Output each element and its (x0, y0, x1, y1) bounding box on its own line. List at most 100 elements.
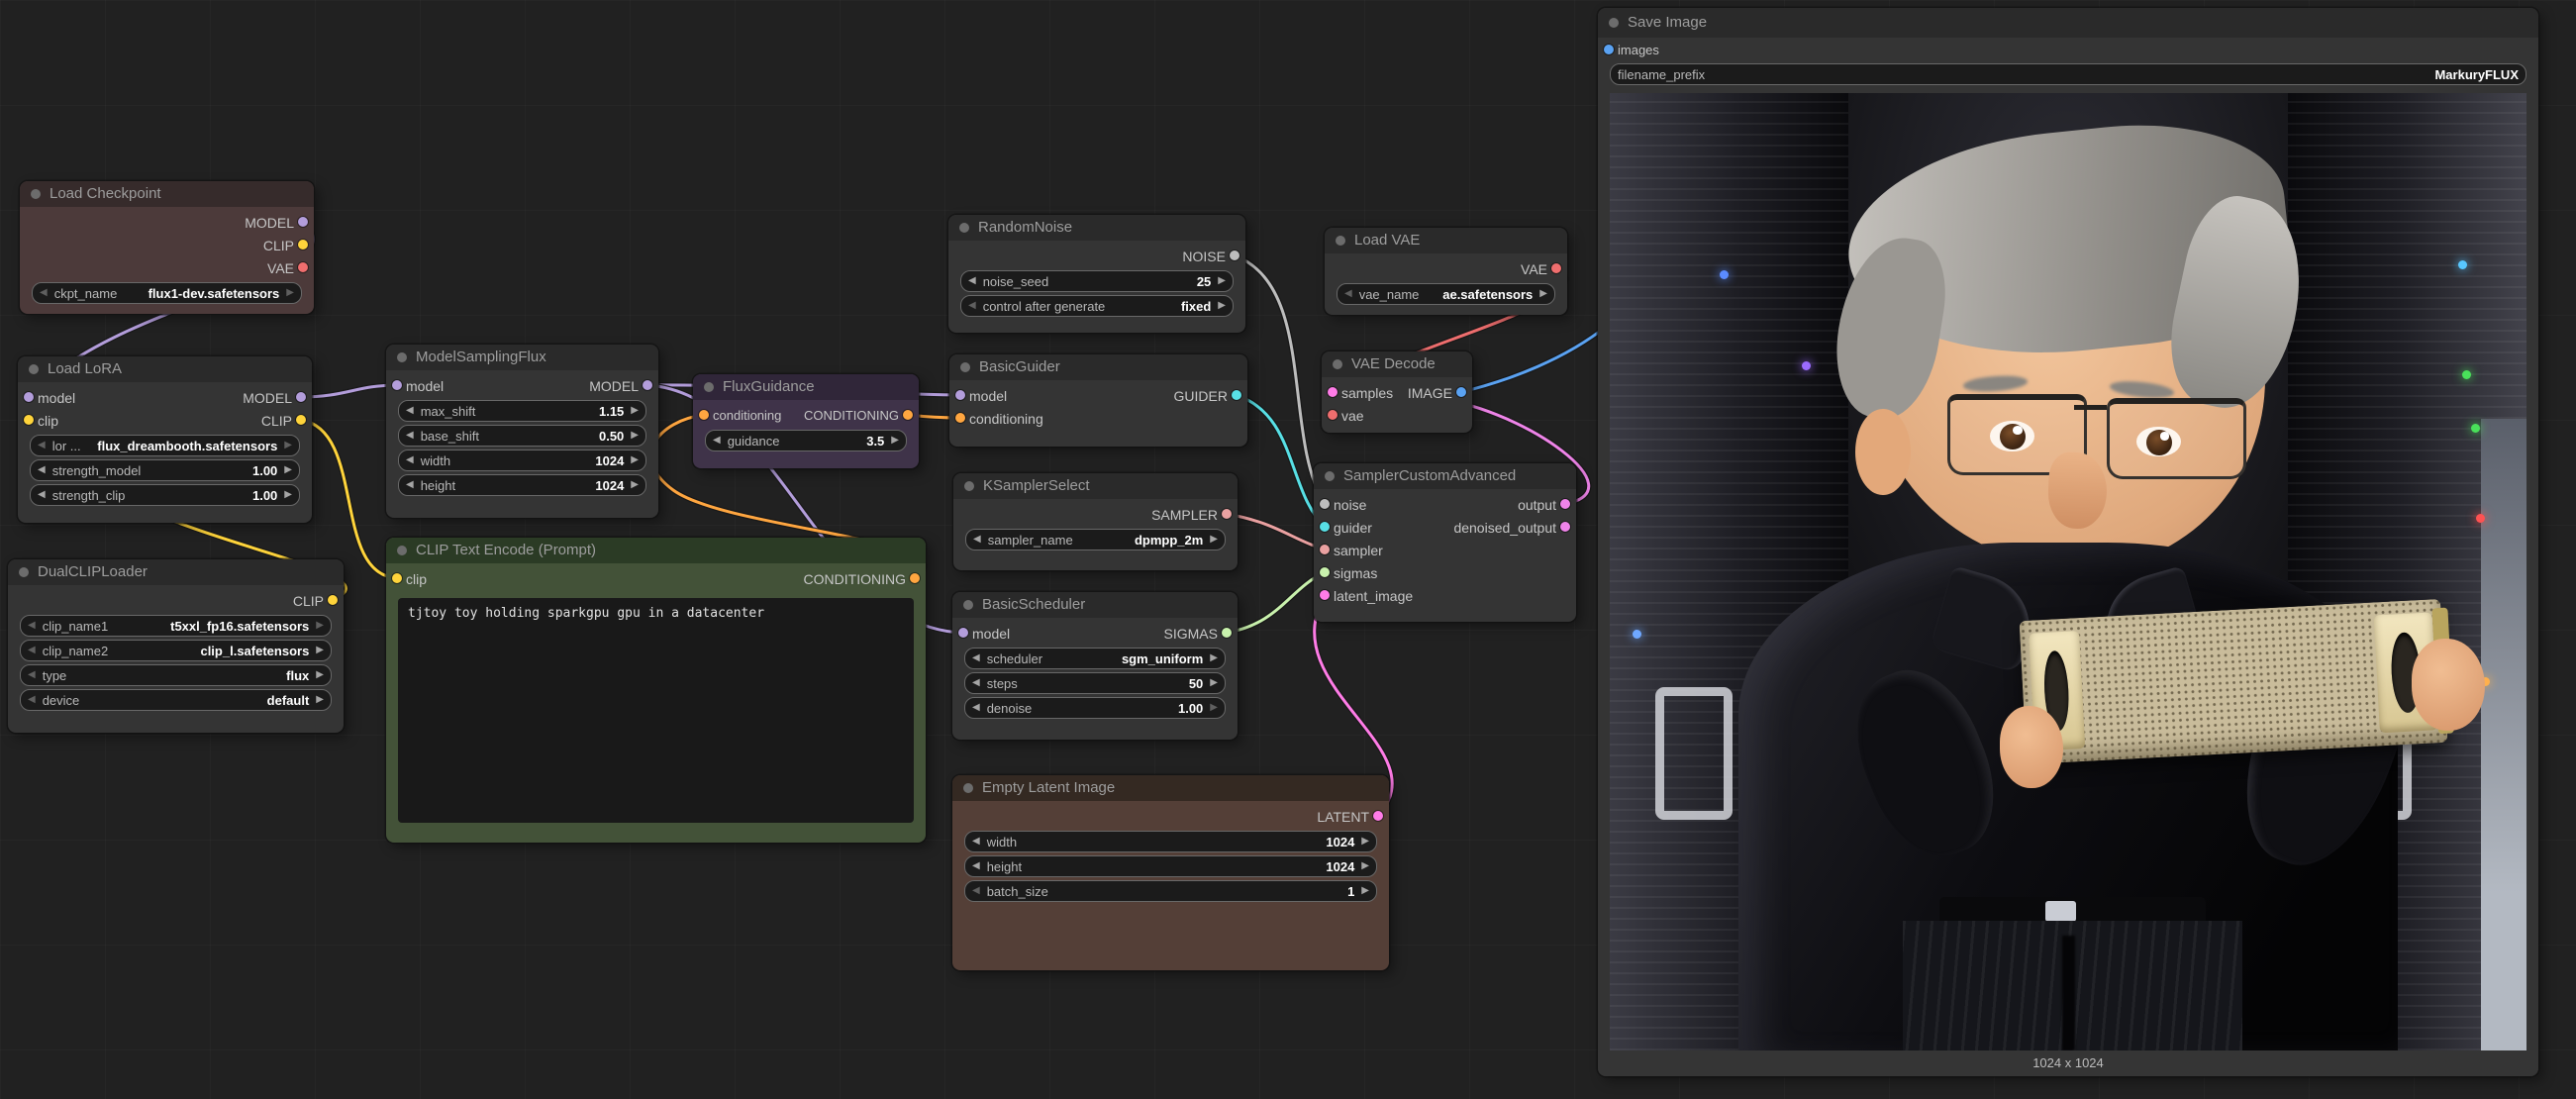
right-arrow-icon[interactable]: ▶ (1218, 271, 1226, 291)
input-slot-model[interactable] (958, 628, 968, 638)
node-flux-guidance[interactable]: FluxGuidance conditioningCONDITIONING ◀g… (693, 374, 919, 468)
right-arrow-icon[interactable]: ▶ (631, 450, 639, 470)
right-arrow-icon[interactable]: ▶ (1361, 881, 1369, 901)
output-slot-model[interactable] (298, 217, 308, 227)
node-title-bar[interactable]: DualCLIPLoader (8, 559, 344, 585)
prompt-text-input[interactable]: tjtoy toy holding sparkgpu gpu in a data… (398, 598, 914, 823)
left-arrow-icon[interactable]: ◀ (973, 530, 981, 550)
output-slot-vae[interactable] (1551, 263, 1561, 273)
left-arrow-icon[interactable]: ◀ (38, 460, 46, 480)
collapse-dot-icon[interactable] (29, 364, 39, 374)
widget-type[interactable]: ◀typeflux▶ (20, 664, 332, 686)
node-title-bar[interactable]: FluxGuidance (693, 374, 919, 400)
node-load-vae[interactable]: Load VAE VAE ◀vae_nameae.safetensors▶ (1325, 228, 1567, 315)
right-arrow-icon[interactable]: ▶ (631, 401, 639, 421)
right-arrow-icon[interactable]: ▶ (316, 616, 324, 636)
node-basic-guider[interactable]: BasicGuider modelGUIDER conditioning (949, 354, 1247, 447)
widget-clip-name2[interactable]: ◀clip_name2clip_l.safetensors▶ (20, 640, 332, 661)
widget-height[interactable]: ◀height1024▶ (398, 474, 646, 496)
left-arrow-icon[interactable]: ◀ (28, 616, 36, 636)
node-random-noise[interactable]: RandomNoise NOISE ◀noise_seed25▶ ◀contro… (948, 215, 1245, 333)
node-title-bar[interactable]: RandomNoise (948, 215, 1245, 241)
right-arrow-icon[interactable]: ▶ (891, 431, 899, 450)
left-arrow-icon[interactable]: ◀ (406, 450, 414, 470)
node-sampler-custom-advanced[interactable]: SamplerCustomAdvanced noiseoutput guider… (1314, 463, 1576, 622)
left-arrow-icon[interactable]: ◀ (28, 690, 36, 710)
widget-noise-seed[interactable]: ◀noise_seed25▶ (960, 270, 1234, 292)
input-slot-clip[interactable] (24, 415, 34, 425)
collapse-dot-icon[interactable] (1609, 18, 1619, 28)
output-slot-clip[interactable] (296, 415, 306, 425)
left-arrow-icon[interactable]: ◀ (972, 832, 980, 851)
right-arrow-icon[interactable]: ▶ (284, 485, 292, 505)
widget-height[interactable]: ◀height1024▶ (964, 855, 1377, 877)
left-arrow-icon[interactable]: ◀ (713, 431, 721, 450)
output-slot-denoised-output[interactable] (1560, 522, 1570, 532)
widget-device[interactable]: ◀devicedefault▶ (20, 689, 332, 711)
node-model-sampling-flux[interactable]: ModelSamplingFlux modelMODEL ◀max_shift1… (386, 345, 658, 518)
node-load-checkpoint[interactable]: Load Checkpoint MODEL CLIP VAE ◀ckpt_nam… (20, 181, 314, 314)
output-slot-sampler[interactable] (1222, 509, 1232, 519)
output-slot-noise[interactable] (1230, 250, 1239, 260)
node-load-lora[interactable]: Load LoRA modelMODEL clipCLIP ◀lor ...fl… (18, 356, 312, 523)
collapse-dot-icon[interactable] (1336, 236, 1345, 246)
node-title-bar[interactable]: BasicScheduler (952, 592, 1238, 618)
widget-steps[interactable]: ◀steps50▶ (964, 672, 1226, 694)
left-arrow-icon[interactable]: ◀ (406, 475, 414, 495)
widget-strength-clip[interactable]: ◀strength_clip1.00▶ (30, 484, 300, 506)
right-arrow-icon[interactable]: ▶ (1361, 856, 1369, 876)
left-arrow-icon[interactable]: ◀ (406, 401, 414, 421)
collapse-dot-icon[interactable] (19, 567, 29, 577)
collapse-dot-icon[interactable] (959, 223, 969, 233)
node-title-bar[interactable]: Load VAE (1325, 228, 1567, 253)
widget-batch-size[interactable]: ◀batch_size1▶ (964, 880, 1377, 902)
input-slot-guider[interactable] (1320, 522, 1330, 532)
left-arrow-icon[interactable]: ◀ (968, 271, 976, 291)
node-graph-canvas[interactable]: Load Checkpoint MODEL CLIP VAE ◀ckpt_nam… (0, 0, 2576, 1099)
right-arrow-icon[interactable]: ▶ (1210, 530, 1218, 550)
collapse-dot-icon[interactable] (31, 189, 41, 199)
left-arrow-icon[interactable]: ◀ (28, 665, 36, 685)
node-title-bar[interactable]: Empty Latent Image (952, 775, 1389, 801)
node-clip-text-encode[interactable]: CLIP Text Encode (Prompt) clipCONDITIONI… (386, 538, 926, 843)
input-slot-noise[interactable] (1320, 499, 1330, 509)
left-arrow-icon[interactable]: ◀ (38, 485, 46, 505)
input-slot-sampler[interactable] (1320, 545, 1330, 554)
collapse-dot-icon[interactable] (397, 352, 407, 362)
output-slot-model[interactable] (643, 380, 652, 390)
left-arrow-icon[interactable]: ◀ (972, 698, 980, 718)
widget-lora-name[interactable]: ◀lor ...flux_dreambooth.safetensors▶ (30, 435, 300, 456)
node-title-bar[interactable]: Load LoRA (18, 356, 312, 382)
output-slot-clip[interactable] (298, 240, 308, 250)
widget-max-shift[interactable]: ◀max_shift1.15▶ (398, 400, 646, 422)
node-empty-latent-image[interactable]: Empty Latent Image LATENT ◀width1024▶ ◀h… (952, 775, 1389, 970)
right-arrow-icon[interactable]: ▶ (316, 641, 324, 660)
input-slot-samples[interactable] (1328, 387, 1338, 397)
node-title-bar[interactable]: SamplerCustomAdvanced (1314, 463, 1576, 489)
output-slot-sigmas[interactable] (1222, 628, 1232, 638)
input-slot-model[interactable] (955, 390, 965, 400)
right-arrow-icon[interactable]: ▶ (1539, 284, 1547, 304)
node-save-image[interactable]: Save Image images filename_prefixMarkury… (1598, 8, 2538, 1076)
node-title-bar[interactable]: BasicGuider (949, 354, 1247, 380)
right-arrow-icon[interactable]: ▶ (316, 690, 324, 710)
output-slot-vae[interactable] (298, 262, 308, 272)
widget-vae-name[interactable]: ◀vae_nameae.safetensors▶ (1337, 283, 1555, 305)
node-ksampler-select[interactable]: KSamplerSelect SAMPLER ◀sampler_namedpmp… (953, 473, 1238, 570)
right-arrow-icon[interactable]: ▶ (286, 283, 294, 303)
output-slot-image[interactable] (1456, 387, 1466, 397)
widget-clip-name1[interactable]: ◀clip_name1t5xxl_fp16.safetensors▶ (20, 615, 332, 637)
widget-guidance[interactable]: ◀guidance3.5▶ (705, 430, 907, 451)
output-slot-latent[interactable] (1373, 811, 1383, 821)
output-slot-conditioning[interactable] (910, 573, 920, 583)
right-arrow-icon[interactable]: ▶ (1210, 698, 1218, 718)
node-title-bar[interactable]: Load Checkpoint (20, 181, 314, 207)
left-arrow-icon[interactable]: ◀ (406, 426, 414, 446)
input-slot-images[interactable] (1604, 45, 1614, 54)
input-slot-conditioning[interactable] (699, 410, 709, 420)
left-arrow-icon[interactable]: ◀ (972, 649, 980, 668)
right-arrow-icon[interactable]: ▶ (1210, 673, 1218, 693)
node-basic-scheduler[interactable]: BasicScheduler modelSIGMAS ◀schedulersgm… (952, 592, 1238, 740)
left-arrow-icon[interactable]: ◀ (28, 641, 36, 660)
right-arrow-icon[interactable]: ▶ (1218, 296, 1226, 316)
